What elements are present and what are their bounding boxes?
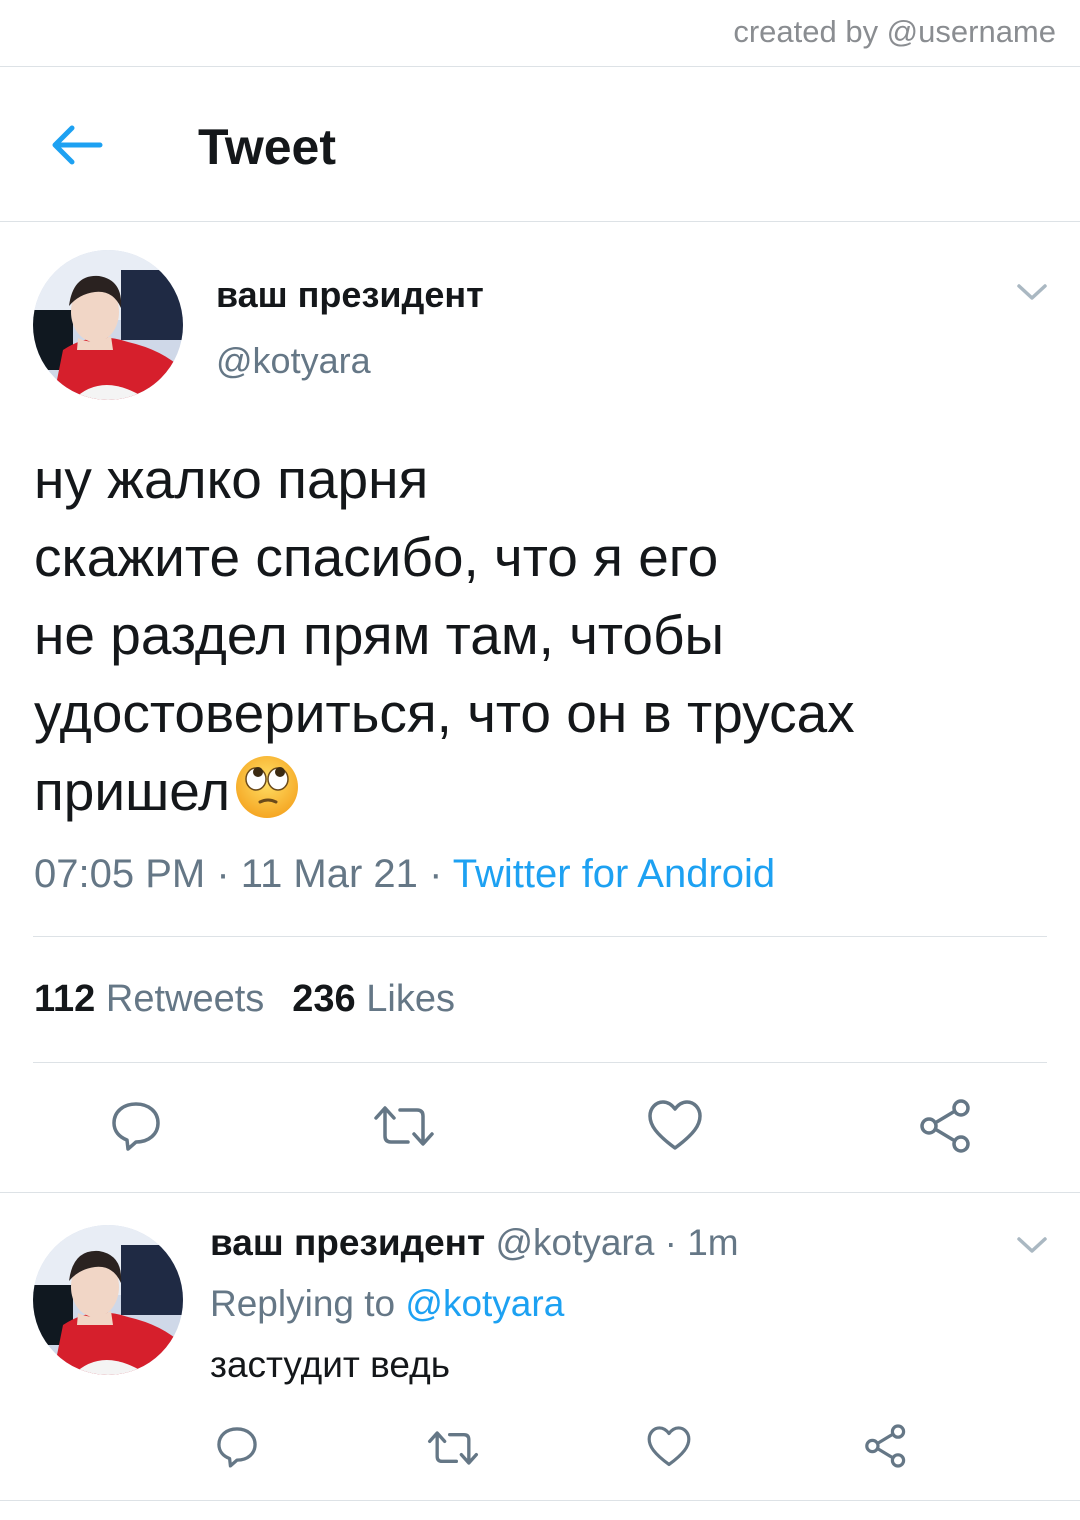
stats-divider [33,1062,1047,1063]
tweet-text-line: удостовериться, что он в трусах [34,682,855,744]
tweet-source-link[interactable]: Twitter for Android [453,852,775,896]
reply-button[interactable] [108,1098,164,1154]
heart-icon [647,1426,691,1467]
tweet-meta: 07:05 PM · 11 Mar 21 · Twitter for Andro… [34,852,775,897]
likes-count: 236 [292,978,356,1020]
like-button[interactable] [646,1098,704,1154]
replying-to: Replying to @kotyara [210,1283,564,1325]
heart-icon [648,1100,702,1150]
tweet-text-line-last: пришел [34,752,1044,830]
top-app-bar: Tweet [0,68,1080,221]
watermark: created by @username [733,14,1056,49]
meta-divider [33,936,1047,937]
tweet-bottom-divider [0,1192,1080,1193]
comment-icon [217,1427,257,1468]
retweet-icon [374,1106,434,1146]
retweets-label: Retweets [105,978,265,1020]
reply-time: · 1m [664,1222,739,1263]
reply-author-handle[interactable]: @kotyara [495,1222,654,1263]
reply-author-name[interactable]: ваш президент [210,1222,485,1263]
avatar[interactable] [33,250,183,400]
tweet-menu-button[interactable] [1014,280,1050,304]
rolling-eyes-emoji-icon [236,756,299,818]
arrow-left-icon [52,125,103,165]
meta-separator: · [216,852,230,896]
reply-menu-button[interactable] [1014,1233,1050,1257]
replying-to-label: Replying to [210,1283,396,1324]
share-icon [865,1424,906,1468]
reply-bottom-divider [0,1500,1080,1501]
header-divider [0,221,1080,222]
tweet-time: 07:05 PM [34,852,206,896]
reply-retweet-button[interactable] [426,1428,480,1468]
back-button[interactable] [48,120,106,170]
tweet-date: 11 Mar 21 [240,852,418,896]
tweet-text: ну жалко парня скажите спасибо, что я ег… [34,440,1044,830]
tweet-text-line: ну жалко парня [34,448,429,510]
chevron-down-icon [1017,1237,1047,1253]
retweet-button[interactable] [372,1102,436,1150]
reply-like-button[interactable] [646,1424,692,1470]
retweets-stat[interactable]: 112 Retweets [34,978,264,1020]
top-divider [0,66,1080,67]
chevron-down-icon [1017,284,1047,300]
replying-to-link[interactable]: @kotyara [405,1283,564,1324]
tweet-text-line: пришел [34,760,231,822]
tweet-stats: 112 Retweets 236 Likes [34,978,455,1021]
reply-share-button[interactable] [862,1422,910,1470]
reply-header: ваш президент @kotyara · 1m [210,1222,739,1264]
share-icon [920,1099,970,1153]
comment-icon [112,1102,160,1151]
tweet-text-line: скажите спасибо, что я его [34,526,719,588]
likes-stat[interactable]: 236 Likes [292,978,455,1020]
likes-label: Likes [366,978,455,1020]
reply-text: застудит ведь [210,1344,451,1385]
author-name[interactable]: ваш президент [216,274,484,316]
author-handle[interactable]: @kotyara [216,340,371,382]
retweet-icon [427,1431,478,1465]
page-title: Tweet [198,119,336,175]
retweets-count: 112 [34,978,96,1020]
reply-avatar[interactable] [33,1225,183,1375]
meta-separator: · [429,852,443,896]
tweet-text-line: не раздел прям там, чтобы [34,604,725,666]
reply-reply-button[interactable] [214,1424,260,1470]
share-button[interactable] [916,1096,976,1156]
